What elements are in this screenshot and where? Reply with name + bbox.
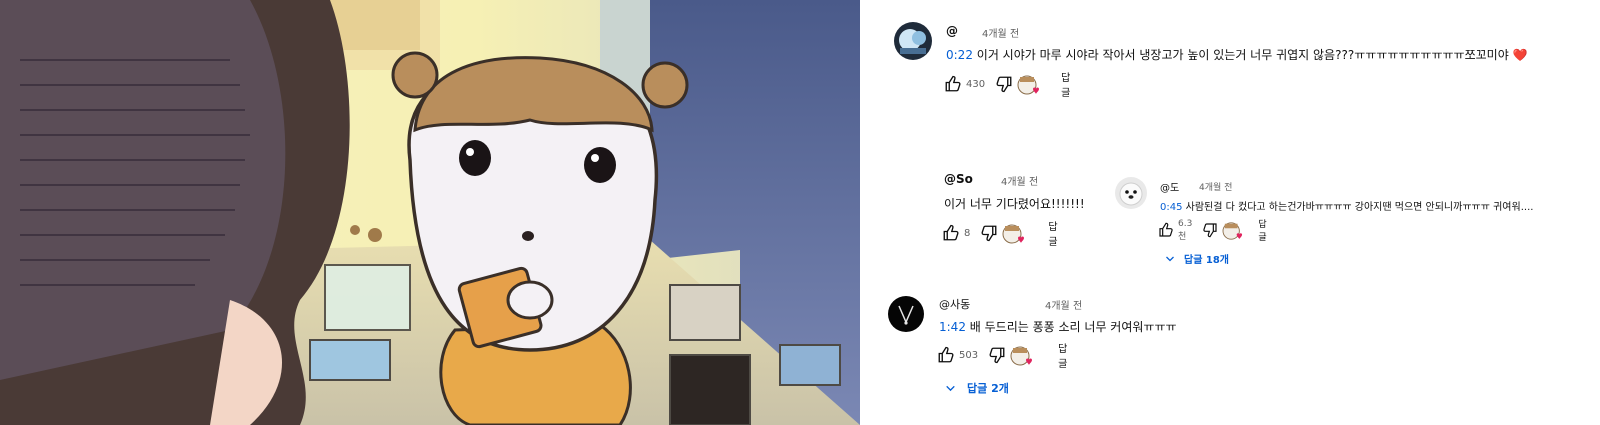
comment-actions: 8 답글 [942, 222, 1058, 248]
like-count: 503 [959, 349, 979, 361]
dislike-icon[interactable] [980, 224, 998, 242]
dislike-icon[interactable] [988, 346, 1006, 364]
comment-author[interactable]: @사동 [939, 296, 970, 312]
comment-text-content: 이거 시야가 마루 시야라 작아서 냉장고가 높이 있는거 너무 귀엽지 않음?… [976, 48, 1509, 62]
heart-emoji: ❤️ [1512, 48, 1528, 62]
reply-button[interactable]: 답글 [1058, 340, 1067, 370]
comment-text-content: 이거 너무 기다렸어요!!!!!!! [944, 197, 1085, 211]
like-icon[interactable] [1158, 222, 1174, 238]
video-timestamp-link[interactable]: 0:45 [1160, 202, 1182, 213]
comment-text: 1:42 배 두드리는 퐁퐁 소리 너무 커여워ㅠㅠㅠ [939, 318, 1177, 335]
like-icon[interactable] [937, 346, 955, 364]
like-icon[interactable] [944, 75, 962, 93]
creator-heart-avatar-icon [1010, 345, 1033, 366]
like-count: 430 [966, 78, 986, 90]
reply-button[interactable]: 답글 [1258, 217, 1266, 243]
comment-time[interactable]: 4개월 전 [1001, 173, 1038, 188]
video-timestamp-link[interactable]: 1:42 [939, 320, 966, 334]
dislike-icon[interactable] [995, 75, 1013, 93]
video-illustration [0, 0, 860, 425]
comment-text: 이거 너무 기다렸어요!!!!!!! [944, 195, 1085, 212]
comment-author[interactable]: @ [946, 24, 958, 38]
comment-text-content: 사람된걸 다 컸다고 하는건가바ㅠㅠㅠㅠ 강아지땐 먹으면 안되니까ㅠㅠㅠ 귀여… [1185, 202, 1534, 213]
video-timestamp-link[interactable]: 0:22 [946, 48, 973, 62]
reply-button[interactable]: 답글 [1048, 218, 1057, 248]
chevron-down-icon [1166, 256, 1174, 261]
view-replies-button[interactable]: 답글 2개 [944, 380, 1009, 396]
video-frame[interactable] [0, 0, 860, 425]
like-count: 6.3천 [1178, 218, 1193, 242]
like-count: 8 [964, 227, 971, 239]
reply-button[interactable]: 답글 [1061, 69, 1070, 99]
comment-avatar[interactable] [888, 296, 924, 332]
comment-time[interactable]: 4개월 전 [1199, 180, 1232, 193]
view-replies-button[interactable]: 답글 18개 [1164, 251, 1229, 266]
comment-time[interactable]: 4개월 전 [1045, 297, 1082, 312]
chevron-down-icon [946, 385, 955, 391]
comment-actions: 503 답글 [937, 344, 1067, 370]
creator-heart-avatar-icon [1222, 221, 1243, 240]
comment-actions: 430 답글 [944, 73, 1070, 99]
replies-count-label: 답글 18개 [1184, 255, 1229, 266]
creator-heart-avatar-icon [1002, 223, 1025, 244]
comment-actions: 6.3천 답글 [1158, 217, 1267, 243]
comment-text-content: 배 두드리는 퐁퐁 소리 너무 커여워ㅠㅠㅠ [969, 320, 1177, 334]
dislike-icon[interactable] [1202, 222, 1218, 238]
comment-author[interactable]: @So [944, 172, 973, 186]
comment-avatar[interactable] [1115, 177, 1147, 209]
replies-count-label: 답글 2개 [967, 382, 1009, 395]
comment-time[interactable]: 4개월 전 [982, 25, 1019, 40]
comment-text: 0:22 이거 시야가 마루 시야라 작아서 냉장고가 높이 있는거 너무 귀엽… [946, 46, 1528, 63]
comment-author[interactable]: @도 [1160, 179, 1179, 194]
comment-avatar[interactable] [894, 22, 932, 60]
creator-heart-avatar-icon [1017, 74, 1040, 95]
comment-text: 0:45 사람된걸 다 컸다고 하는건가바ㅠㅠㅠㅠ 강아지땐 먹으면 안되니까ㅠ… [1160, 198, 1560, 213]
like-icon[interactable] [942, 224, 960, 242]
